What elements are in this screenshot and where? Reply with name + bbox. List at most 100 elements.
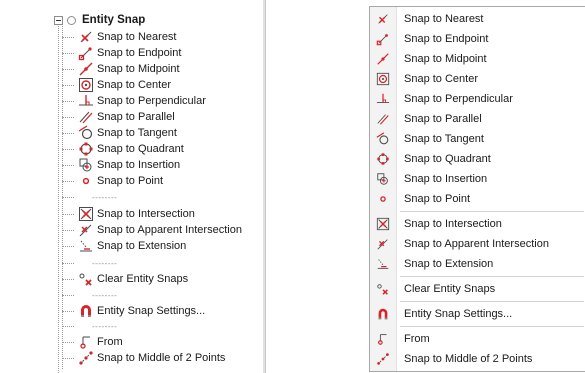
snap-tangent-icon [370,129,396,149]
tree-separator: -------- [92,321,118,331]
menu-item-snap-midpoint[interactable]: Snap to Midpoint [370,49,584,69]
menu-item-label: Snap to Perpendicular [404,93,513,105]
tree-item-snap-intersection[interactable]: Snap to Intersection [78,206,195,222]
snap-quadrant-icon [370,149,396,169]
snap-tangent-icon [78,125,94,141]
from-icon [370,329,396,349]
snap-insertion-icon [78,157,94,173]
menu-item-snap-center[interactable]: Snap to Center [370,69,584,89]
menu-item-snap-point[interactable]: Snap to Point [370,189,584,209]
tree-item-label: Snap to Extension [97,240,187,252]
menu-item-label: Snap to Tangent [404,133,484,145]
tree-item-snap-extension[interactable]: Snap to Extension [78,238,186,254]
tree-item-snap-perpendicular[interactable]: Snap to Perpendicular [78,93,206,109]
tree-branch-line [62,197,74,198]
tree-item-label: Snap to Center [97,79,171,91]
tree-separator: -------- [92,192,118,202]
menu-item-snap-parallel[interactable]: Snap to Parallel [370,109,584,129]
snap-endpoint-icon [370,29,396,49]
menu-item-label: Snap to Middle of 2 Points [404,353,533,365]
menu-item-snap-endpoint[interactable]: Snap to Endpoint [370,29,584,49]
menu-item-snap-middle-two-points[interactable]: Snap to Middle of 2 Points [370,349,584,369]
menu-item-snap-apparent-intersection[interactable]: Snap to Apparent Intersection [370,234,584,254]
snap-endpoint-icon [78,45,94,61]
snap-midpoint-icon [78,61,94,77]
tree-item-label: Snap to Parallel [97,111,175,123]
tree-item-snap-apparent-intersection[interactable]: Snap to Apparent Intersection [78,222,242,238]
tree-item-label: Snap to Endpoint [97,47,182,59]
tree-branch-line [62,117,74,118]
menu-separator [400,301,584,302]
tree-item-snap-tangent[interactable]: Snap to Tangent [78,125,177,141]
tree-item-snap-quadrant[interactable]: Snap to Quadrant [78,141,184,157]
tree-item-label: Snap to Middle of 2 Points [97,352,226,364]
from-icon [78,334,94,350]
tree-item-snap-endpoint[interactable]: Snap to Endpoint [78,45,181,61]
tree-item-snap-center[interactable]: Snap to Center [78,77,171,93]
tree-branch-line [62,133,74,134]
tree-item-magnet[interactable]: Entity Snap Settings... [78,303,205,319]
menu-separator [400,326,584,327]
tree-branch-line [62,214,74,215]
snap-perpendicular-icon [370,89,396,109]
menu-item-snap-tangent[interactable]: Snap to Tangent [370,129,584,149]
snap-extension-icon [370,254,396,274]
tree-branch-line [62,165,74,166]
snap-middle-two-points-icon [78,350,94,366]
menu-item-snap-insertion[interactable]: Snap to Insertion [370,169,584,189]
snap-apparent-intersection-icon [78,222,94,238]
tree-item-label: Snap to Intersection [97,208,195,220]
snap-perpendicular-icon [78,93,94,109]
menu-item-snap-nearest[interactable]: Snap to Nearest [370,9,584,29]
menu-item-snap-quadrant[interactable]: Snap to Quadrant [370,149,584,169]
tree-branch-line [62,263,74,264]
tree-item-snap-middle-two-points[interactable]: Snap to Middle of 2 Points [78,350,225,366]
tree-branch-line [62,37,74,38]
snap-center-icon [78,77,94,93]
menu-item-snap-intersection[interactable]: Snap to Intersection [370,214,584,234]
menu-item-label: Snap to Quadrant [404,153,491,165]
tree-node-entity-snap[interactable]: Entity Snap [54,11,145,29]
tree-branch-line [62,311,74,312]
tree-item-label: Snap to Point [97,175,164,187]
tree-item-from[interactable]: From [78,334,123,350]
tree-item-label: Snap to Nearest [97,31,177,43]
tree-item-snap-point[interactable]: Snap to Point [78,173,163,189]
menu-item-clear-snaps[interactable]: Clear Entity Snaps [370,279,584,299]
magnet-icon [370,304,396,324]
menu-item-label: Snap to Intersection [404,218,502,230]
group-node-icon [67,15,76,25]
menu-item-snap-perpendicular[interactable]: Snap to Perpendicular [370,89,584,109]
tree-item-snap-insertion[interactable]: Snap to Insertion [78,157,180,173]
tree-branch-line [62,181,74,182]
tree-scrollbar-edge [263,0,265,373]
menu-item-label: Snap to Parallel [404,113,482,125]
tree-item-label: Clear Entity Snaps [97,273,189,285]
tree-branch-line [62,101,74,102]
menu-item-from[interactable]: From [370,329,584,349]
menu-item-snap-extension[interactable]: Snap to Extension [370,254,584,274]
collapse-icon[interactable] [54,15,63,25]
tree-branch-line [62,326,74,327]
tree-branch-line [62,279,74,280]
snap-intersection-icon [78,206,94,222]
tree-item-snap-midpoint[interactable]: Snap to Midpoint [78,61,180,77]
tree-item-label: Entity Snap Settings... [97,305,206,317]
tree-item-snap-parallel[interactable]: Snap to Parallel [78,109,175,125]
tree-branch-line [62,69,74,70]
tree-branch-line [62,246,74,247]
menu-item-label: Entity Snap Settings... [404,308,513,320]
tree-item-snap-nearest[interactable]: Snap to Nearest [78,29,177,45]
tree-branch-line [62,149,74,150]
tree-item-label: From [97,336,123,348]
tree-item-label: Snap to Tangent [97,127,177,139]
snap-parallel-icon [370,109,396,129]
tree-branch-line [62,85,74,86]
menu-item-label: Snap to Point [404,193,471,205]
menu-item-label: Snap to Center [404,73,478,85]
menu-item-label: Snap to Apparent Intersection [404,238,549,250]
menu-separator [400,211,584,212]
tree-item-clear-snaps[interactable]: Clear Entity Snaps [78,271,188,287]
menu-item-label: Snap to Midpoint [404,53,487,65]
menu-item-magnet[interactable]: Entity Snap Settings... [370,304,584,324]
